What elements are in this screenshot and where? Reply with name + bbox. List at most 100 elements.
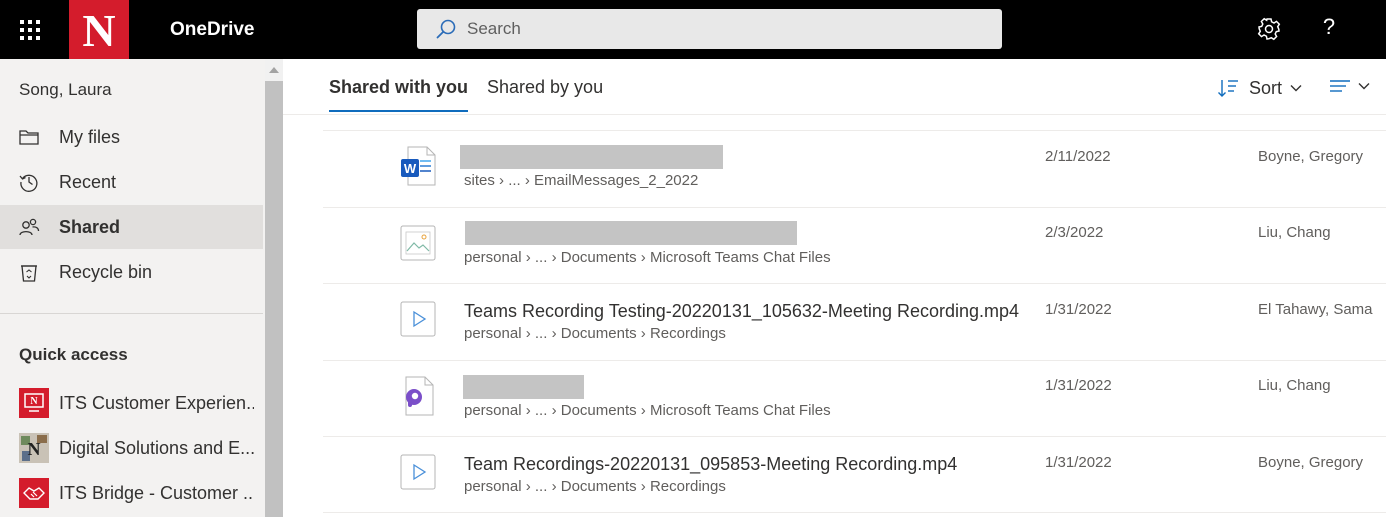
- search-box[interactable]: [417, 9, 1002, 49]
- file-row[interactable]: W sites › ... › EmailMessages_2_2022 2/1…: [323, 130, 1386, 206]
- waffle-icon: [19, 19, 40, 40]
- svg-text:N: N: [28, 439, 41, 459]
- file-path: personal › ... › Documents › Recordings: [464, 325, 726, 342]
- file-name[interactable]: Teams Recording Testing-20220131_105632-…: [464, 301, 1019, 322]
- path-segment: Microsoft Teams Chat Files: [649, 402, 831, 419]
- search-icon: [436, 19, 456, 39]
- shared-date: 1/31/2022: [1045, 301, 1112, 318]
- path-segment: Documents: [560, 249, 637, 266]
- shared-by: El Tahawy, Sama: [1258, 301, 1373, 318]
- quick-access-label: ITS Bridge - Customer ...: [59, 482, 254, 503]
- redacted-file-name: [460, 145, 723, 169]
- quick-access-item[interactable]: ITS Bridge - Customer ...: [0, 471, 263, 515]
- folder-icon: [19, 130, 39, 145]
- sort-button[interactable]: Sort: [1217, 76, 1302, 100]
- svg-text:N: N: [30, 396, 38, 407]
- path-segment: personal: [464, 249, 522, 266]
- scroll-up-arrow-icon[interactable]: [269, 67, 279, 73]
- sway-file-icon: [405, 376, 434, 416]
- file-row[interactable]: personal › ... › Documents › Microsoft T…: [323, 360, 1386, 436]
- history-icon: [19, 174, 38, 192]
- quick-access-title: Quick access: [19, 345, 128, 364]
- path-segment: Documents: [560, 478, 637, 495]
- sort-icon: [1218, 80, 1238, 97]
- shared-date: 1/31/2022: [1045, 454, 1112, 471]
- sidebar-item-label: Shared: [59, 216, 121, 237]
- file-row[interactable]: Teams Recording Testing-20220131_105632-…: [323, 283, 1386, 359]
- shared-by: Boyne, Gregory: [1258, 454, 1364, 471]
- site-thumbnail-icon: N: [19, 433, 49, 463]
- chevron-down-icon: [1358, 83, 1370, 90]
- settings-gear-icon[interactable]: [1255, 15, 1283, 43]
- sidebar-scrollbar[interactable]: [265, 59, 283, 517]
- shared-by: Boyne, Gregory: [1258, 148, 1364, 165]
- quick-access-item[interactable]: N ITS Customer Experien...: [0, 381, 263, 425]
- sort-label: Sort: [1249, 77, 1283, 98]
- shared-by: Liu, Chang: [1258, 377, 1331, 394]
- shared-date: 2/3/2022: [1045, 224, 1104, 241]
- file-row-divider: [323, 512, 1386, 517]
- tab-shared-with-you[interactable]: Shared with you: [329, 77, 469, 113]
- file-path: personal › ... › Documents › Recordings: [464, 478, 726, 495]
- shared-date: 2/11/2022: [1045, 148, 1111, 165]
- redacted-file-name: [463, 375, 584, 399]
- path-segment: ...: [534, 478, 548, 495]
- file-path: sites › ... › EmailMessages_2_2022: [464, 172, 699, 189]
- quick-access-item[interactable]: N Digital Solutions and E...: [0, 426, 263, 470]
- path-segment: Microsoft Teams Chat Files: [649, 249, 831, 266]
- sidebar-divider: [0, 313, 263, 314]
- path-segment: personal: [464, 402, 522, 419]
- sidebar-item-my-files[interactable]: My files: [0, 115, 263, 159]
- view-options-button[interactable]: [1328, 77, 1370, 95]
- sidebar-item-label: Recent: [59, 171, 117, 192]
- path-segment: personal: [464, 478, 522, 495]
- video-file-icon: [400, 301, 436, 337]
- org-logo[interactable]: N: [69, 0, 129, 59]
- app-title[interactable]: OneDrive: [170, 19, 254, 41]
- user-name: Song, Laura: [19, 80, 112, 99]
- sidebar-item-label: Recycle bin: [59, 261, 153, 282]
- chevron-down-icon: [1290, 85, 1302, 92]
- path-segment: personal: [464, 325, 522, 342]
- video-file-icon: [400, 454, 436, 490]
- path-segment: ...: [508, 172, 521, 189]
- tabs-divider: [283, 114, 1386, 115]
- list-view-icon: [1330, 80, 1350, 92]
- tab-shared-by-you[interactable]: Shared by you: [487, 77, 603, 113]
- sidebar-item-shared[interactable]: Shared: [0, 205, 263, 249]
- file-path: personal › ... › Documents › Microsoft T…: [464, 402, 831, 419]
- top-bar: N OneDrive ?: [0, 0, 1386, 59]
- sidebar-item-recent[interactable]: Recent: [0, 160, 263, 204]
- scroll-thumb[interactable]: [265, 81, 283, 517]
- handshake-site-icon: [19, 478, 49, 508]
- help-button[interactable]: ?: [1318, 14, 1340, 40]
- site-thumbnail-icon: N: [19, 388, 49, 418]
- sidebar-item-label: My files: [59, 126, 121, 147]
- svg-text:W: W: [404, 161, 417, 176]
- search-input[interactable]: [467, 19, 967, 39]
- quick-access-label: ITS Customer Experien...: [59, 392, 254, 413]
- file-name[interactable]: Team Recordings-20220131_095853-Meeting …: [464, 454, 957, 475]
- path-segment: sites: [464, 172, 495, 189]
- main-content: Shared with you Shared by you Sort W sit…: [283, 59, 1386, 517]
- path-segment: ...: [534, 325, 548, 342]
- recycle-bin-icon: [21, 265, 37, 282]
- app-launcher-button[interactable]: [0, 0, 59, 59]
- logo-letter: N: [82, 4, 116, 56]
- file-path: personal › ... › Documents › Microsoft T…: [464, 249, 831, 266]
- sidebar: Song, Laura My files Recent Shared Recyc…: [0, 59, 283, 517]
- path-segment: Documents: [560, 325, 637, 342]
- file-row[interactable]: Team Recordings-20220131_095853-Meeting …: [323, 436, 1386, 512]
- path-segment: Recordings: [649, 478, 726, 495]
- image-file-icon: [400, 225, 436, 261]
- sidebar-item-recycle-bin[interactable]: Recycle bin: [0, 250, 263, 294]
- path-segment: EmailMessages_2_2022: [534, 172, 699, 189]
- shared-by: Liu, Chang: [1258, 224, 1331, 241]
- path-segment: ...: [534, 402, 548, 419]
- people-icon: [19, 218, 40, 236]
- shared-date: 1/31/2022: [1045, 377, 1112, 394]
- path-segment: ...: [534, 249, 548, 266]
- file-row[interactable]: personal › ... › Documents › Microsoft T…: [323, 207, 1386, 283]
- quick-access-label: Digital Solutions and E...: [59, 437, 254, 458]
- word-doc-icon: W: [401, 146, 436, 186]
